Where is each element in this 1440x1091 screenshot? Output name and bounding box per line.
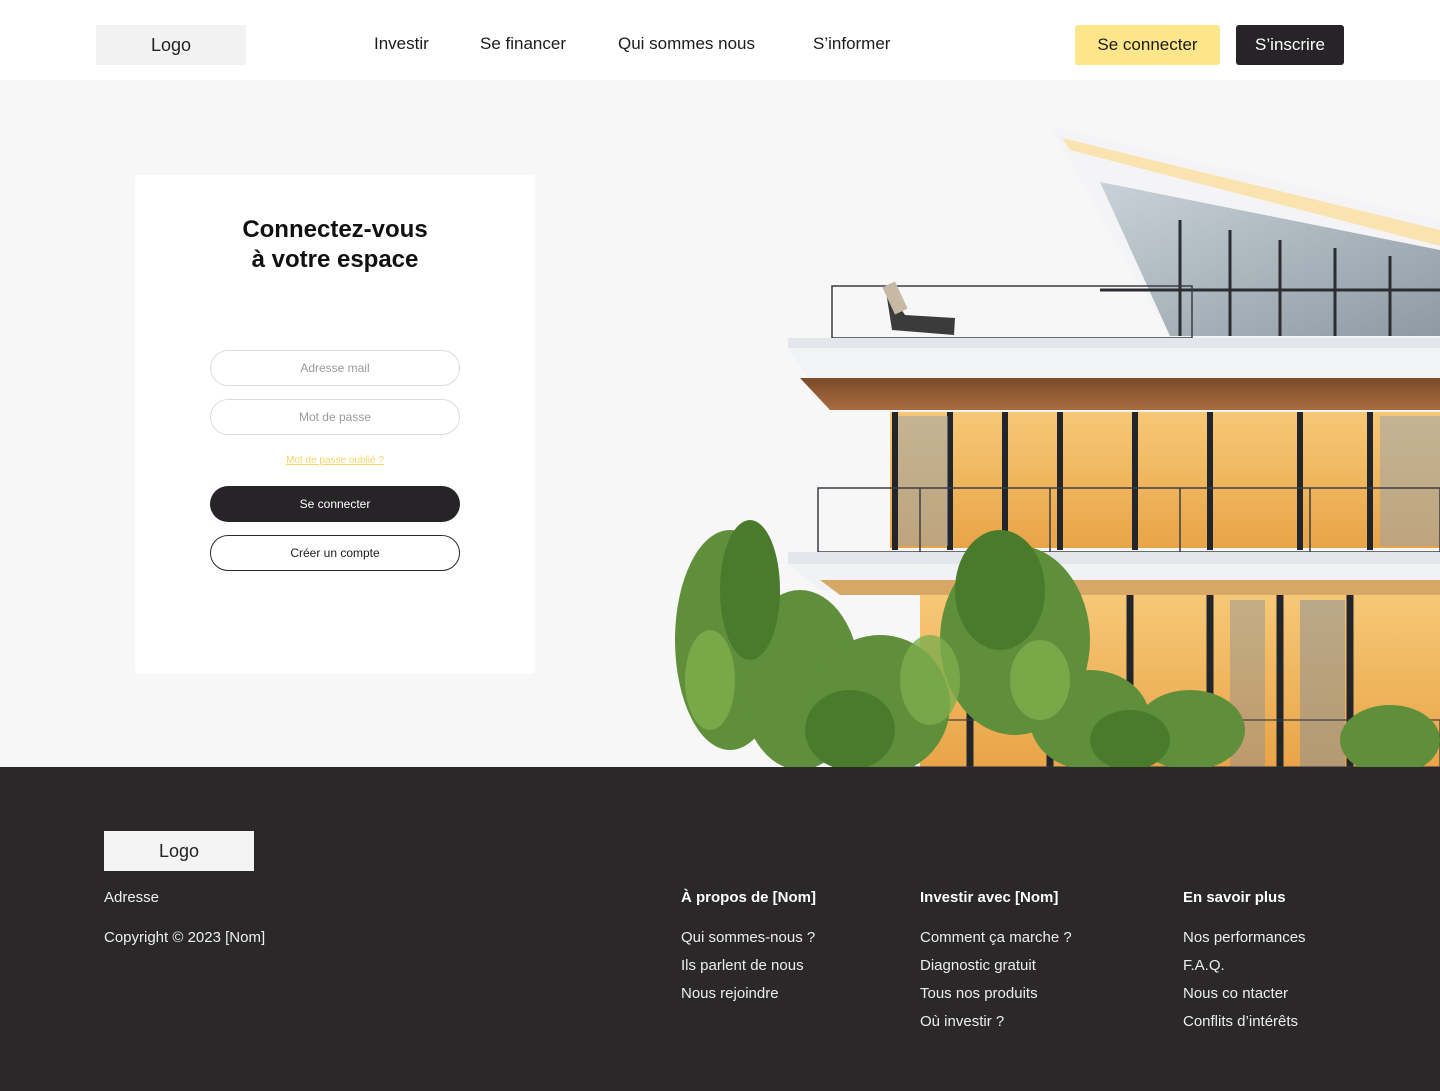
footer-link-where-to-invest[interactable]: Où investir ? xyxy=(920,1013,1004,1030)
header-logo[interactable]: Logo xyxy=(96,25,246,65)
footer-link-conflicts[interactable]: Conflits d’intérêts xyxy=(1183,1013,1298,1030)
footer-link-join-us[interactable]: Nous rejoindre xyxy=(681,985,779,1002)
nav-item-se-financer[interactable]: Se financer xyxy=(480,34,566,54)
modern-house-image xyxy=(675,126,1440,767)
create-account-button[interactable]: Créer un compte xyxy=(210,535,460,571)
footer: Logo Adresse Copyright © 2023 [Nom] À pr… xyxy=(0,767,1440,1091)
header-signup-button[interactable]: S’inscrire xyxy=(1236,25,1344,65)
footer-link-all-products[interactable]: Tous nos produits xyxy=(920,985,1038,1002)
footer-heading-about: À propos de [Nom] xyxy=(681,889,816,906)
header-login-button[interactable]: Se connecter xyxy=(1075,25,1220,65)
hero-section: Connectez-vous à votre espace Mot de pas… xyxy=(0,80,1440,767)
footer-link-faq[interactable]: F.A.Q. xyxy=(1183,957,1225,974)
login-title-line2: à votre espace xyxy=(251,246,419,273)
footer-heading-invest: Investir avec [Nom] xyxy=(920,889,1059,906)
footer-copyright: Copyright © 2023 [Nom] xyxy=(104,929,266,946)
footer-link-contact[interactable]: Nous co ntacter xyxy=(1183,985,1288,1002)
login-title-line1: Connectez-vous xyxy=(242,216,428,243)
forgot-password-link[interactable]: Mot de passe oublié ? xyxy=(135,455,535,466)
footer-address: Adresse xyxy=(104,889,160,906)
footer-link-free-diagnostic[interactable]: Diagnostic gratuit xyxy=(920,957,1036,974)
footer-heading-learn-more: En savoir plus xyxy=(1183,889,1286,906)
footer-link-how-it-works[interactable]: Comment ça marche ? xyxy=(920,929,1072,946)
footer-link-who-we-are[interactable]: Qui sommes-nous ? xyxy=(681,929,815,946)
footer-link-performances[interactable]: Nos performances xyxy=(1183,929,1306,946)
footer-logo[interactable]: Logo xyxy=(104,831,254,871)
footer-link-press[interactable]: Ils parlent de nous xyxy=(681,957,804,974)
login-submit-button[interactable]: Se connecter xyxy=(210,486,460,522)
password-field[interactable] xyxy=(210,399,460,435)
top-navigation-bar: Logo Investir Se financer Qui sommes nou… xyxy=(0,0,1440,80)
nav-item-investir[interactable]: Investir xyxy=(374,34,429,54)
login-card: Connectez-vous à votre espace Mot de pas… xyxy=(135,175,535,674)
nav-item-sinformer[interactable]: S’informer xyxy=(813,34,890,54)
nav-item-qui-sommes-nous[interactable]: Qui sommes nous xyxy=(618,34,755,54)
email-field[interactable] xyxy=(210,350,460,386)
login-title: Connectez-vous à votre espace xyxy=(135,215,535,275)
